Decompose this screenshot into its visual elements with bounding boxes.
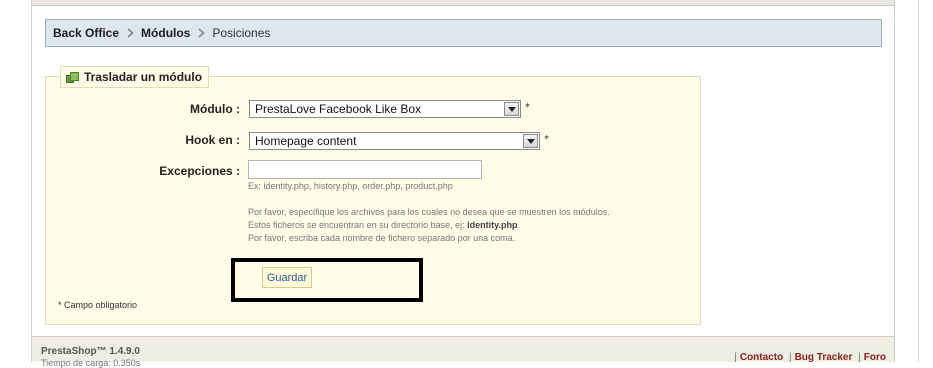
dropdown-arrow-icon[interactable]	[523, 134, 538, 148]
breadcrumb-posiciones: Posiciones	[212, 26, 271, 40]
footer-link-bug-tracker[interactable]: Bug Tracker	[795, 352, 853, 363]
hook-select[interactable]: Homepage content	[249, 132, 540, 150]
module-select[interactable]: PrestaLove Facebook Like Box	[249, 100, 521, 118]
dropdown-arrow-icon[interactable]	[504, 102, 519, 116]
required-field-note: * Campo obligatorio	[58, 300, 138, 310]
module-label: Módulo :	[190, 102, 240, 116]
form-legend-title: Trasladar un módulo	[84, 70, 203, 84]
header-strip	[32, 0, 894, 6]
transplant-module-form: Trasladar un módulo Módulo : PrestaLove …	[45, 66, 701, 325]
highlight-annotation-box	[231, 258, 423, 302]
chevron-right-icon	[119, 27, 141, 39]
chevron-right-icon	[190, 27, 212, 39]
module-select-value: PrestaLove Facebook Like Box	[255, 102, 422, 116]
modules-icon	[66, 71, 80, 83]
footer: PrestaShop™ 1.4.9.0 Tiempo de carga: 0.3…	[32, 336, 894, 368]
exceptions-example: Ex: identity.php, history.php, order.php…	[248, 181, 453, 191]
breadcrumb: Back Office Módulos Posiciones	[45, 19, 882, 47]
page-edge-line	[918, 0, 919, 362]
hook-select-value: Homepage content	[255, 134, 357, 148]
back-office-page: Back Office Módulos Posiciones Trasladar…	[31, 0, 895, 368]
footer-brand: PrestaShop™ 1.4.9.0	[41, 346, 140, 357]
breadcrumb-back-office[interactable]: Back Office	[53, 26, 119, 40]
exceptions-label: Excepciones :	[159, 164, 240, 178]
help-text-line-2: Estos ficheros se encuentran en su direc…	[248, 220, 520, 230]
help-text-line-3: Por favor, escriba cada nombre de ficher…	[248, 233, 516, 243]
footer-link-contacto[interactable]: Contacto	[740, 352, 783, 363]
exceptions-input[interactable]	[248, 160, 482, 179]
footer-link-foro[interactable]: Foro	[864, 352, 886, 363]
required-marker: *	[544, 134, 549, 145]
footer-links: | Contacto | Bug Tracker | Foro	[734, 352, 886, 363]
form-legend: Trasladar un módulo	[60, 66, 210, 88]
required-marker: *	[525, 102, 530, 113]
save-button[interactable]: Guardar	[262, 267, 312, 288]
example-filename: identity.php	[467, 220, 518, 230]
help-text-line-1: Por favor, especifique los archivos para…	[248, 207, 610, 217]
breadcrumb-modulos[interactable]: Módulos	[141, 26, 190, 40]
footer-load-time: Tiempo de carga: 0.350s	[41, 358, 141, 368]
hook-label: Hook en :	[185, 133, 240, 147]
